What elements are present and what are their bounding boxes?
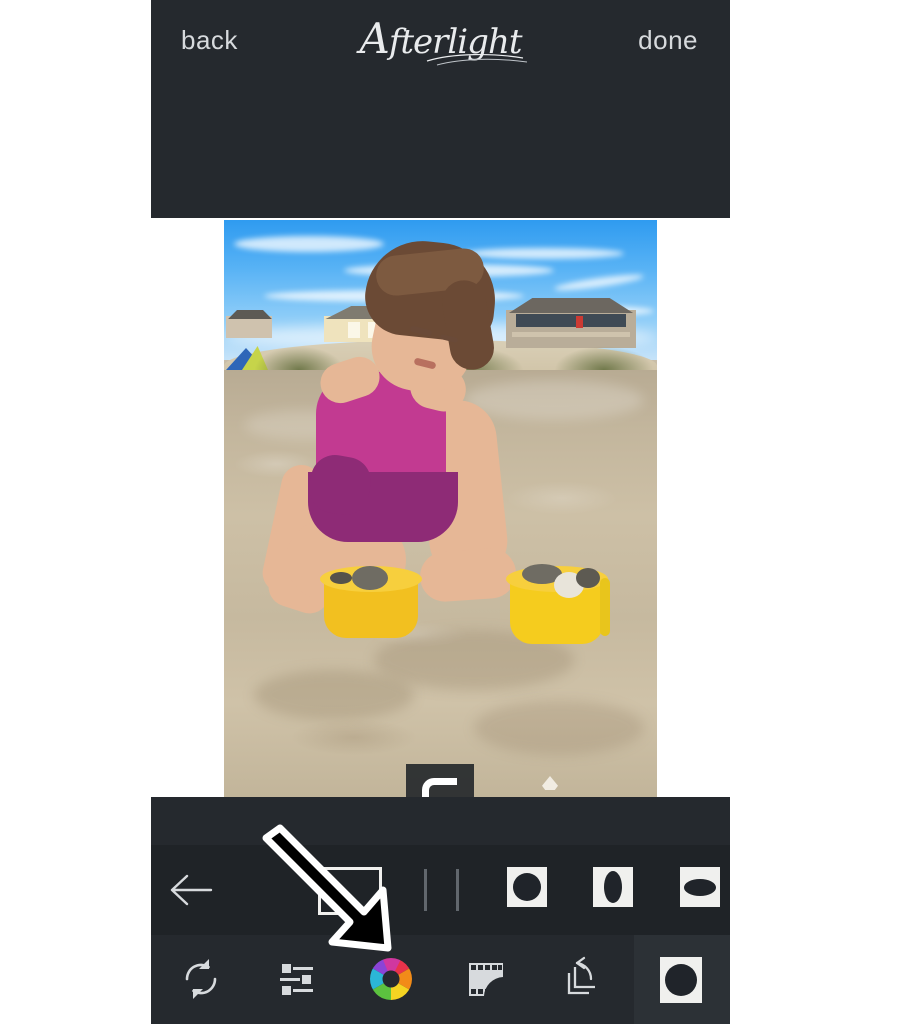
top-bar: back Afterlight done	[151, 0, 730, 218]
tool-reset[interactable]	[173, 951, 229, 1007]
bottom-panel	[151, 797, 730, 1024]
frame-option-vertical-oval[interactable]	[593, 867, 633, 907]
crop-rotate-icon	[567, 956, 595, 995]
app-logo-text: fterlight	[388, 22, 523, 62]
done-button[interactable]: done	[638, 24, 698, 56]
color-wheel-icon	[365, 952, 417, 1005]
sliders-icon	[280, 964, 313, 995]
tool-crop-rotate[interactable]	[553, 951, 609, 1007]
circle-in-square-icon	[507, 867, 547, 907]
frame-back-button[interactable]	[165, 865, 217, 915]
frame-options-row	[151, 845, 730, 935]
tool-color[interactable]	[363, 951, 419, 1007]
tool-filters[interactable]	[458, 951, 514, 1007]
refresh-icon	[185, 959, 217, 999]
tool-adjust[interactable]	[268, 951, 324, 1007]
vertical-bar-icon	[424, 869, 427, 911]
vertical-oval-in-square-icon	[593, 867, 633, 907]
frame-option-horizontal-oval[interactable]	[680, 867, 720, 907]
vertical-bar-icon	[456, 869, 459, 911]
tool-frames[interactable]	[653, 951, 709, 1007]
main-tool-row	[151, 935, 730, 1024]
film-strip-icon	[469, 963, 503, 996]
circle-in-square-icon	[660, 957, 702, 1003]
rectangle-outline-icon	[318, 867, 382, 915]
arrow-left-icon	[170, 874, 213, 906]
app-logo-initial: A	[359, 14, 389, 63]
horizontal-oval-in-square-icon	[680, 867, 720, 907]
app-root: back Afterlight done	[0, 0, 901, 1024]
photo-house-left	[226, 316, 272, 338]
photo-canvas[interactable]	[224, 220, 657, 797]
frame-option-circle[interactable]	[507, 867, 547, 907]
